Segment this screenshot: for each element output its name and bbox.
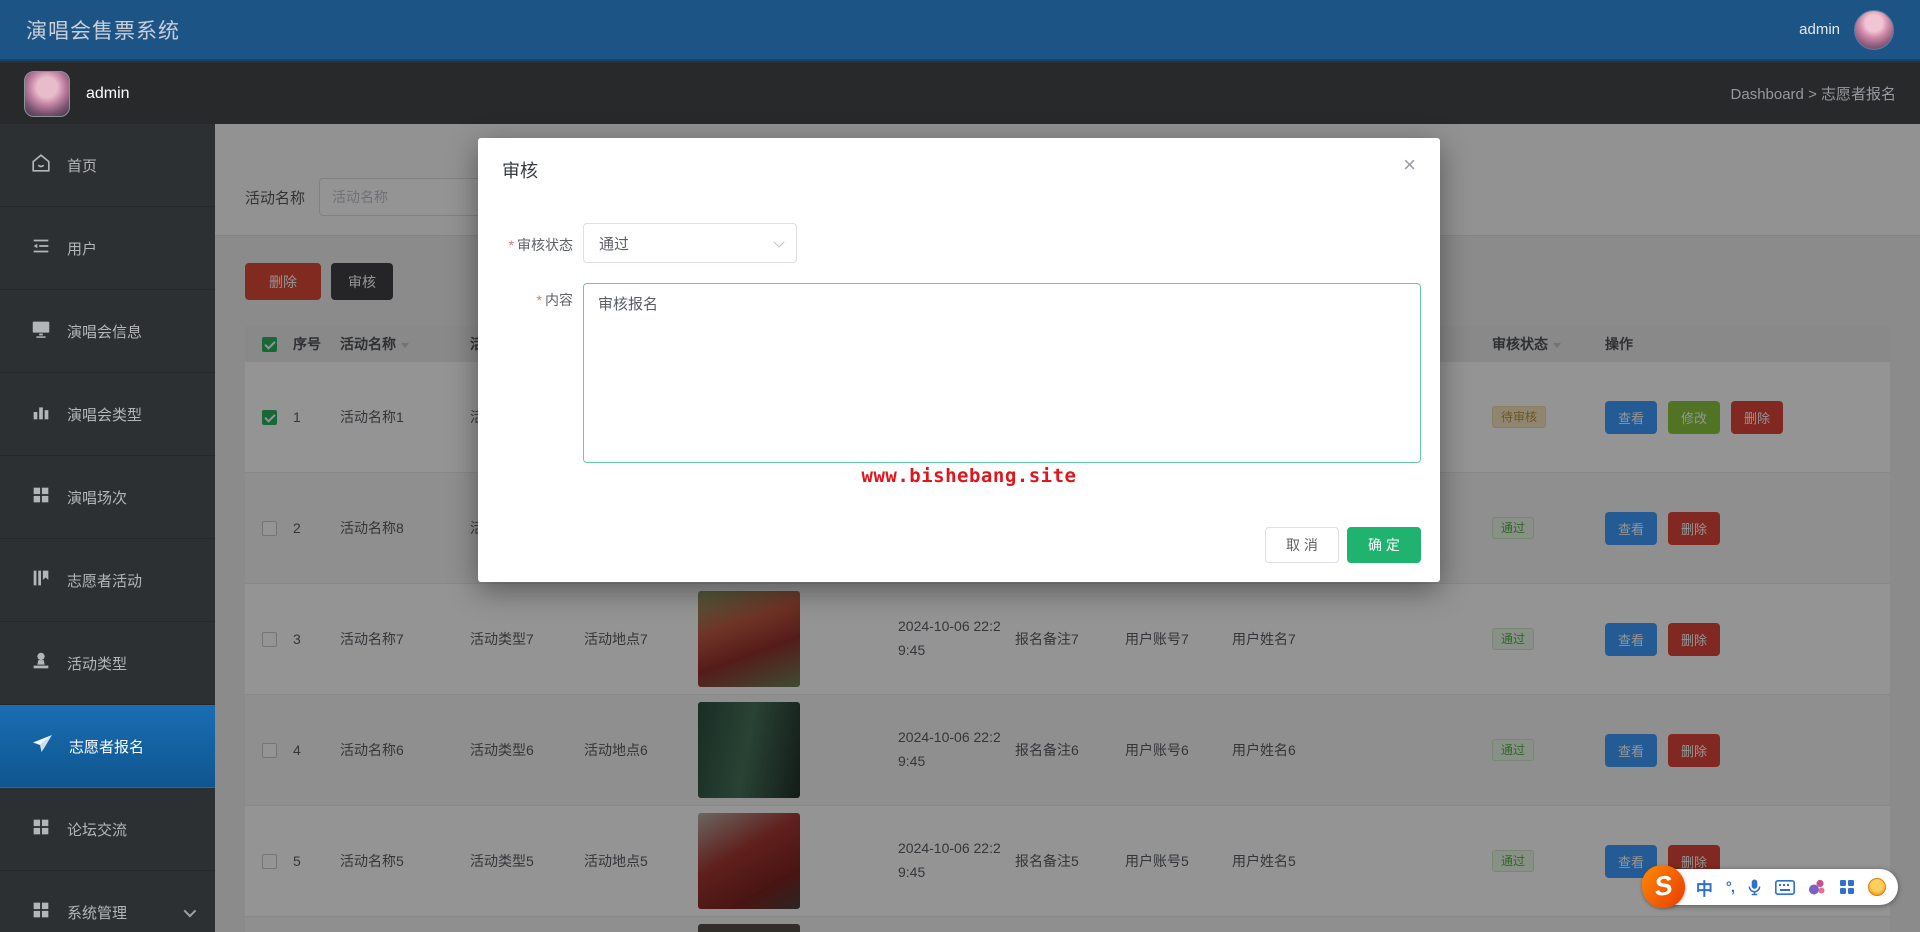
content-textarea[interactable]: 审核报名 — [583, 283, 1421, 463]
dialog-title: 审核 — [502, 161, 538, 181]
admin-username: admin — [86, 84, 130, 102]
sidebar-item-label: 系统管理 — [67, 904, 128, 922]
content-field-label: * 内容 — [536, 292, 573, 308]
sidebar-item-system[interactable]: 系统管理 — [0, 871, 215, 932]
confirm-button[interactable]: 确 定 — [1347, 527, 1421, 563]
skin-wand-icon[interactable] — [1808, 878, 1826, 896]
required-asterisk: * — [508, 237, 514, 253]
sidebar-item-forum[interactable]: 论坛交流 — [0, 788, 215, 871]
sidebar-item-label: 活动类型 — [67, 655, 128, 673]
app-title: 演唱会售票系统 — [26, 19, 180, 43]
sidebar-item-label: 演唱场次 — [67, 489, 128, 507]
sidebar-item-label: 志愿者报名 — [69, 738, 145, 756]
close-icon[interactable]: × — [1395, 150, 1424, 180]
sidebar-item-concert-info[interactable]: 演唱会信息 — [0, 290, 215, 373]
ime-punctuation-toggle[interactable]: °, — [1726, 879, 1735, 896]
emoji-icon[interactable] — [1868, 878, 1886, 896]
required-asterisk: * — [536, 292, 542, 308]
user-avatar[interactable] — [1854, 9, 1894, 50]
breadcrumb: Dashboard > 志愿者报名 — [1730, 86, 1896, 103]
stamp-icon — [30, 650, 52, 676]
topbar-username: admin — [1799, 21, 1840, 38]
ime-toolbar: S 中 °, — [1639, 862, 1898, 911]
virtual-keyboard-icon[interactable] — [1775, 879, 1795, 895]
grid-icon — [30, 816, 52, 842]
cancel-button[interactable]: 取 消 — [1265, 527, 1339, 563]
bar-chart-icon — [30, 401, 52, 427]
watermark-text: www.bishebang.site — [861, 465, 1077, 487]
sidebar-item-label: 演唱会信息 — [67, 323, 143, 341]
chevron-down-icon — [773, 236, 785, 248]
ime-mode-toggle[interactable]: 中 — [1696, 875, 1713, 900]
sidebar-item-users[interactable]: 用户 — [0, 207, 215, 290]
sub-header: admin Dashboard > 志愿者报名 — [0, 63, 1920, 124]
status-select-value: 通过 — [599, 235, 630, 253]
user-list-icon — [30, 235, 52, 261]
sidebar: 首页 用户 演唱会信息 演唱会类型 演唱场次 志愿者活动 活动类型 志愿者报名 … — [0, 124, 215, 932]
sidebar-item-label: 演唱会类型 — [67, 406, 143, 424]
grid-icon — [30, 484, 52, 510]
admin-avatar[interactable] — [24, 70, 70, 117]
sidebar-item-label: 用户 — [67, 240, 98, 258]
sidebar-item-label: 首页 — [67, 157, 98, 175]
audit-dialog: 审核 × * 审核状态 通过 * 内容 审核报名 www.bishebang.sit… — [478, 138, 1440, 582]
status-select[interactable]: 通过 — [583, 223, 797, 263]
sidebar-item-volunteer-signup[interactable]: 志愿者报名 — [0, 705, 215, 788]
sidebar-item-activity-type[interactable]: 活动类型 — [0, 622, 215, 705]
monitor-icon — [30, 318, 52, 344]
sidebar-item-label: 志愿者活动 — [67, 572, 143, 590]
chevron-down-icon — [183, 904, 197, 917]
status-field-label: * 审核状态 — [508, 237, 573, 253]
sidebar-item-sessions[interactable]: 演唱场次 — [0, 456, 215, 539]
send-icon — [30, 732, 54, 760]
sidebar-item-label: 论坛交流 — [67, 821, 128, 839]
sidebar-item-volunteer-activity[interactable]: 志愿者活动 — [0, 539, 215, 622]
sidebar-item-concert-type[interactable]: 演唱会类型 — [0, 373, 215, 456]
top-header: 演唱会售票系统 admin — [0, 0, 1920, 61]
library-icon — [30, 567, 52, 593]
grid-icon — [30, 899, 52, 925]
microphone-icon[interactable] — [1747, 878, 1762, 896]
home-icon — [30, 152, 52, 178]
sidebar-item-home[interactable]: 首页 — [0, 124, 215, 207]
toolbox-grid-icon[interactable] — [1839, 879, 1855, 895]
